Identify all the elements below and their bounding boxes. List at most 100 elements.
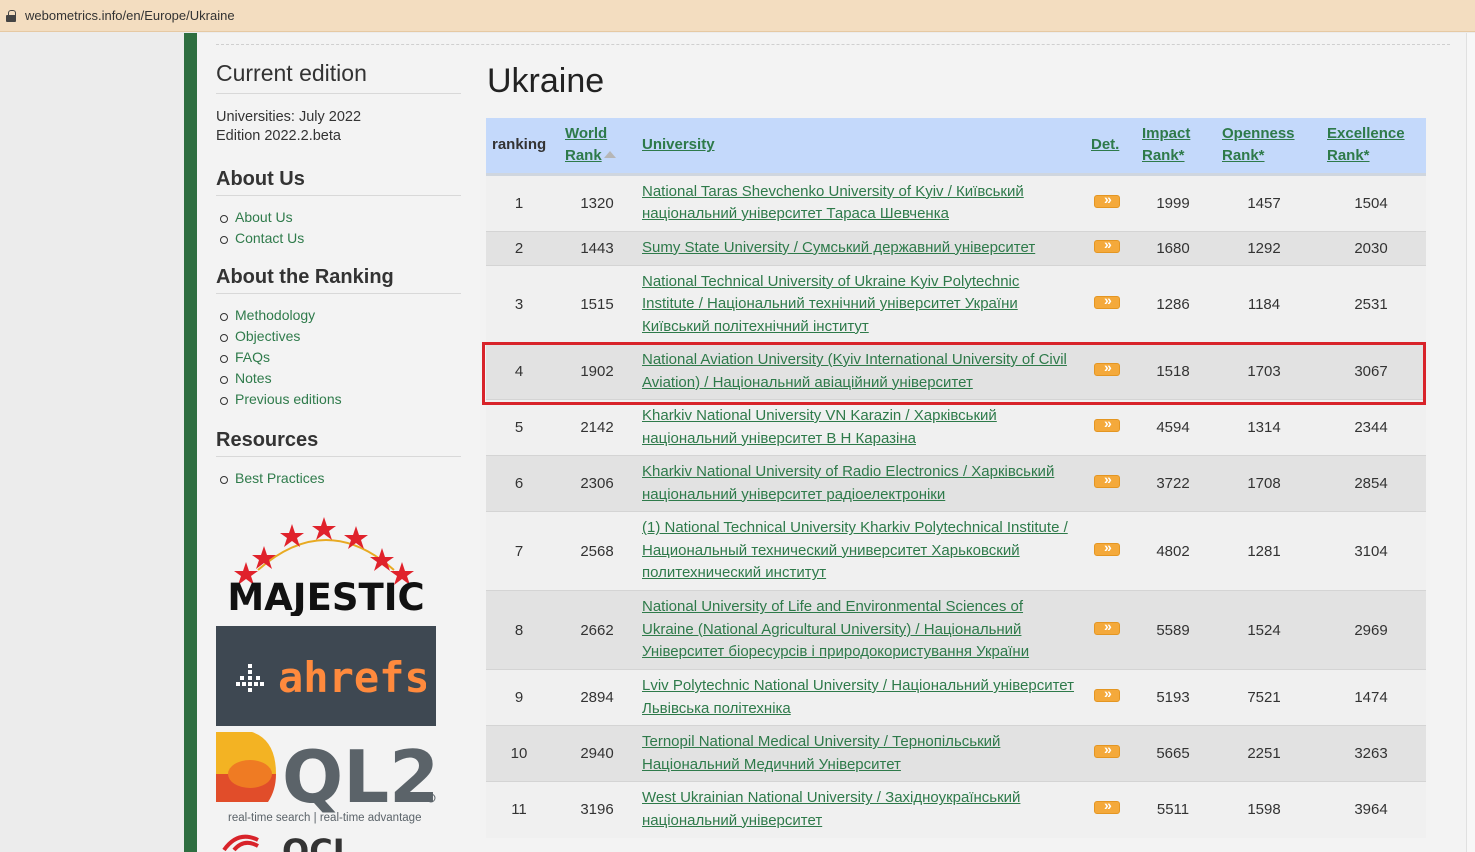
cell-impact-rank: 5511 (1156, 801, 1190, 819)
table-header-row: ranking World Rank University Det. Impact… (486, 118, 1426, 174)
table-row: 8 2662 National University of Life and E… (486, 590, 1426, 670)
university-link[interactable]: (1) National Technical University Kharki… (642, 519, 1068, 581)
scrollbar-track[interactable] (1466, 33, 1475, 852)
url-text[interactable]: webometrics.info/en/Europe/Ukraine (25, 8, 235, 23)
table-row-highlighted: 4 1902 National Aviation University (Kyi… (486, 343, 1426, 400)
header-ranking: ranking (492, 136, 547, 154)
majestic-stars-icon: MAJESTIC (227, 517, 425, 619)
partner-logo-partial[interactable]: QCI (216, 828, 376, 852)
ql2-logo[interactable]: QL2 real-time search | real-time advanta… (216, 730, 439, 828)
details-arrow-icon[interactable] (1094, 236, 1120, 253)
cell-det (1076, 591, 1134, 670)
svg-text:real-time search | real-time a: real-time search | real-time advantage (228, 812, 421, 824)
browser-url-bar[interactable]: webometrics.info/en/Europe/Ukraine (0, 0, 1475, 32)
cell-ranking: 8 (514, 621, 524, 639)
cell-det (1076, 512, 1134, 591)
ahrefs-mark-icon: ahrefs (236, 653, 426, 702)
cell-university: (1) National Technical University Kharki… (642, 512, 1076, 591)
cell-openness-rank: 1703 (1247, 363, 1281, 380)
cell-world-rank: 2894 (580, 689, 614, 706)
details-arrow-icon[interactable] (1094, 741, 1120, 758)
cell-det (1076, 344, 1134, 400)
cell-world-rank: 1320 (580, 194, 614, 212)
university-link[interactable]: National Taras Shevchenko University of … (642, 183, 1024, 223)
header-openness-rank[interactable]: Openness Rank* (1212, 118, 1316, 174)
sort-ascending-icon[interactable] (603, 151, 616, 159)
cell-university: National Taras Shevchenko University of … (642, 174, 1076, 231)
cell-world-rank: 2568 (580, 542, 614, 560)
details-arrow-icon[interactable] (1094, 415, 1120, 432)
header-excellence-rank[interactable]: Excellence Rank* (1316, 118, 1426, 174)
sidebar: Current edition Universities: July 2022 … (216, 60, 461, 489)
link-about-us[interactable]: About Us (216, 207, 461, 228)
university-link[interactable]: Kharkiv National University of Radio Ele… (642, 463, 1054, 503)
cell-openness-rank: 1314 (1247, 419, 1281, 436)
table-row: 9 2894 Lviv Polytechnic National Univers… (486, 669, 1426, 726)
cell-excellence-rank: 2969 (1354, 621, 1388, 639)
cell-world-rank: 1515 (580, 295, 614, 313)
university-link[interactable]: West Ukrainian National University / Зах… (642, 789, 1020, 829)
ranking-table-wrapper: ranking World Rank University Det. Impact… (486, 118, 1426, 838)
details-arrow-icon[interactable] (1094, 618, 1120, 635)
edition-line-1: Universities: July 2022 (216, 109, 362, 125)
cell-excellence-rank: 3104 (1354, 542, 1388, 560)
cell-university: Ternopil National Medical University / Т… (642, 726, 1076, 782)
cell-excellence-rank: 3964 (1354, 801, 1388, 819)
details-arrow-icon[interactable] (1094, 471, 1120, 488)
university-link[interactable]: Kharkiv National University VN Karazin /… (642, 407, 997, 447)
cell-university: Lviv Polytechnic National University / Н… (642, 670, 1076, 726)
cell-ranking: 4 (514, 363, 524, 380)
majestic-logo[interactable]: MAJESTIC (216, 512, 436, 619)
cell-ranking: 2 (514, 239, 524, 257)
details-arrow-icon[interactable] (1094, 685, 1120, 702)
edition-info: Universities: July 2022 Edition 2022.2.b… (216, 108, 461, 146)
details-arrow-icon[interactable] (1094, 292, 1120, 309)
cell-openness-rank: 1292 (1247, 239, 1281, 257)
university-link[interactable]: National Aviation University (Kyiv Inter… (642, 351, 1067, 391)
university-link[interactable]: National University of Life and Environm… (642, 598, 1029, 660)
header-det[interactable]: Det. (1076, 118, 1134, 174)
dashed-divider (216, 44, 1450, 45)
cell-ranking: 3 (514, 295, 524, 313)
table-row: 6 2306 Kharkiv National University of Ra… (486, 455, 1426, 512)
link-objectives[interactable]: Objectives (216, 326, 461, 347)
link-best-practices[interactable]: Best Practices (216, 468, 461, 489)
header-university[interactable]: University (642, 118, 1076, 174)
table-row: 2 1443 Sumy State University / Сумський … (486, 231, 1426, 265)
link-previous-editions[interactable]: Previous editions (216, 389, 461, 410)
university-link[interactable]: National Technical University of Ukraine… (642, 273, 1019, 335)
svg-text:QCI: QCI (282, 832, 345, 852)
header-impact-rank[interactable]: Impact Rank* (1134, 118, 1212, 174)
link-notes[interactable]: Notes (216, 368, 461, 389)
about-ranking-menu: Methodology Objectives FAQs Notes Previo… (216, 305, 461, 410)
link-methodology[interactable]: Methodology (216, 305, 461, 326)
university-link[interactable]: Sumy State University / Сумський державн… (642, 239, 1035, 256)
link-faqs[interactable]: FAQs (216, 347, 461, 368)
table-row: 11 3196 West Ukrainian National Universi… (486, 781, 1426, 838)
cell-ranking: 1 (514, 194, 524, 212)
details-arrow-icon[interactable] (1094, 359, 1120, 376)
link-contact-us[interactable]: Contact Us (216, 228, 461, 249)
details-arrow-icon[interactable] (1094, 191, 1120, 208)
about-us-title: About Us (216, 168, 461, 196)
table-row: 5 2142 Kharkiv National University VN Ka… (486, 399, 1426, 456)
university-link[interactable]: Lviv Polytechnic National University / Н… (642, 677, 1074, 717)
cell-impact-rank: 5665 (1156, 745, 1190, 762)
ahrefs-logo[interactable]: ahrefs (216, 626, 436, 726)
about-us-menu: About Us Contact Us (216, 207, 461, 249)
cell-openness-rank: 1524 (1247, 621, 1281, 639)
cell-world-rank: 2306 (580, 475, 614, 492)
cell-openness-rank: 1457 (1247, 194, 1281, 212)
details-arrow-icon[interactable] (1094, 797, 1120, 815)
university-link[interactable]: Ternopil National Medical University / Т… (642, 733, 1000, 773)
cell-det (1076, 670, 1134, 726)
cell-openness-rank: 1708 (1247, 475, 1281, 492)
cell-world-rank: 3196 (580, 801, 614, 819)
table-row: 1 1320 National Taras Shevchenko Univers… (486, 174, 1426, 231)
details-arrow-icon[interactable] (1094, 539, 1120, 556)
cell-university: National Technical University of Ukraine… (642, 265, 1076, 344)
header-world-rank[interactable]: World Rank (552, 118, 642, 174)
cell-excellence-rank: 2854 (1354, 475, 1388, 492)
cell-impact-rank: 5193 (1156, 689, 1190, 706)
cell-excellence-rank: 2030 (1354, 239, 1388, 257)
